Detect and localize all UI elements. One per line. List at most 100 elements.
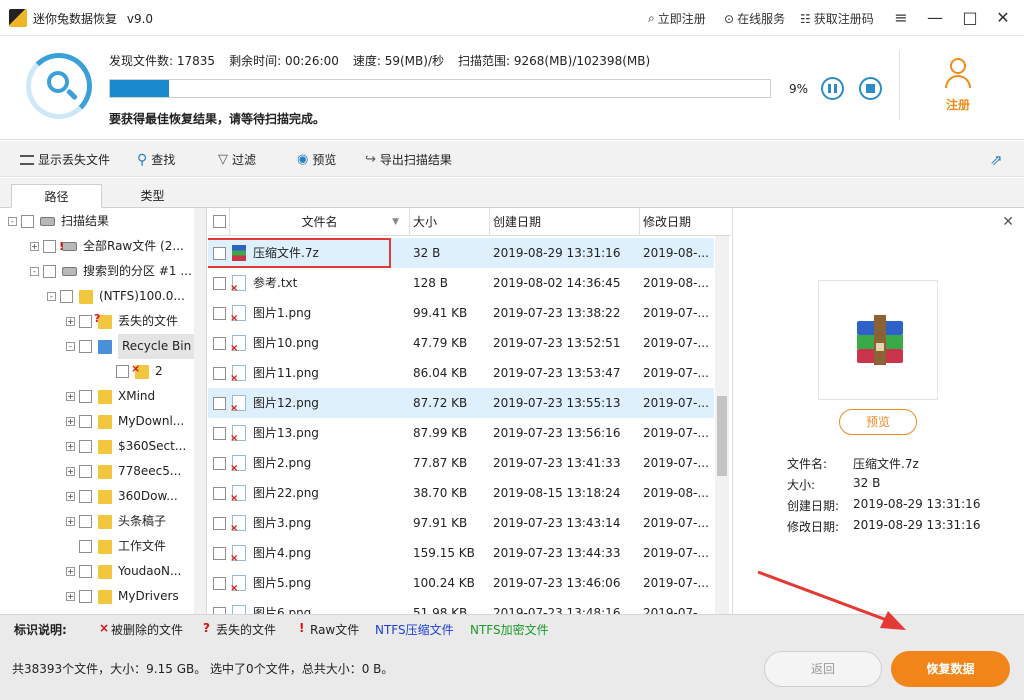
row-checkbox[interactable] [213,397,226,410]
table-row[interactable]: × 图片22.png 38.70 KB 2019-08-15 13:18:24 2019… [208,478,714,508]
tree-checkbox[interactable] [43,265,56,278]
tree-checkbox[interactable] [79,590,92,603]
tree-item[interactable]: +? 丢失的文件 [66,309,178,334]
preview-action-button[interactable]: 预览 [839,409,917,435]
online-service-link[interactable]: ⊙ 在线服务 [724,10,785,27]
column-name-header[interactable]: 文件名 ▼ [230,208,410,236]
tab-path[interactable]: 路径 [11,184,102,208]
tree-scrollbar[interactable] [194,208,206,614]
tree-checkbox[interactable] [79,415,92,428]
get-code-link[interactable]: ☷ 获取注册码 [800,10,874,27]
export-scan-button[interactable]: ↪ 导出扫描结果 [365,151,452,168]
expand-icon[interactable]: + [66,417,75,426]
table-row[interactable]: × 图片1.png 99.41 KB 2019-07-23 13:38:22 2019-… [208,298,714,328]
tree-item[interactable]: + 头条稿子 [66,509,166,534]
row-checkbox[interactable] [213,577,226,590]
preview-close-button[interactable]: ✕ [1002,214,1014,230]
tree-item[interactable]: +360Dow... [66,484,178,509]
tree-checkbox[interactable] [21,215,34,228]
column-size-header[interactable]: 大小 [410,208,490,236]
table-row[interactable]: × 图片13.png 87.99 KB 2019-07-23 13:56:16 2019… [208,418,714,448]
tree-checkbox[interactable] [79,440,92,453]
register-button[interactable]: 注册 [930,56,986,120]
expand-icon[interactable]: + [66,492,75,501]
tree-checkbox[interactable] [79,540,92,553]
row-checkbox[interactable] [213,367,226,380]
table-scrollbar[interactable] [715,236,729,614]
column-created-header[interactable]: 创建日期 [490,208,640,236]
tree-item[interactable]: - 搜索到的分区 #1 ... [30,259,192,284]
tree-checkbox[interactable] [79,565,92,578]
close-button[interactable]: ✕ [990,6,1016,30]
collapse-icon[interactable]: - [30,267,39,276]
tree-checkbox[interactable] [79,515,92,528]
select-all-checkbox[interactable] [213,215,226,228]
show-lost-files-button[interactable]: 显示丢失文件 [20,151,110,168]
tree-item[interactable]: - Recycle Bin [66,334,196,359]
row-checkbox[interactable] [213,517,226,530]
filter-button[interactable]: ▽ 过滤 [218,151,256,168]
table-row[interactable]: × 图片6.png 51.98 KB 2019-07-23 13:48:16 2019-… [208,598,714,614]
table-row[interactable]: × 图片3.png 97.91 KB 2019-07-23 13:43:14 2019-… [208,508,714,538]
expand-icon[interactable]: + [66,467,75,476]
row-checkbox[interactable] [213,547,226,560]
tree-item[interactable]: + MyDownl... [66,409,184,434]
tree-item[interactable]: × 2 [103,359,163,384]
menu-button[interactable]: ≡ [888,6,914,30]
table-row[interactable]: × 图片4.png 159.15 KB 2019-07-23 13:44:33 2019… [208,538,714,568]
tree-item[interactable]: - 扫描结果 [8,209,109,234]
row-checkbox[interactable] [213,307,226,320]
row-checkbox[interactable] [213,337,226,350]
stop-button[interactable] [859,77,882,100]
tree-checkbox[interactable] [79,390,92,403]
table-row[interactable]: × 图片2.png 77.87 KB 2019-07-23 13:41:33 2019-… [208,448,714,478]
collapse-icon[interactable]: - [66,342,75,351]
tree-item[interactable]: + XMind [66,384,155,409]
tree-checkbox[interactable] [79,490,92,503]
tab-type[interactable]: 类型 [107,184,198,208]
collapse-icon[interactable]: - [47,292,56,301]
tree-checkbox[interactable] [116,365,129,378]
table-row[interactable]: × 图片12.png 87.72 KB 2019-07-23 13:55:13 2019… [208,388,714,418]
register-link[interactable]: ⌕ 立即注册 [648,10,706,27]
expand-icon[interactable]: + [66,567,75,576]
expand-icon[interactable]: + [66,392,75,401]
row-checkbox[interactable] [213,277,226,290]
share-button[interactable]: ⇗ [990,151,1003,169]
expand-icon[interactable]: + [66,517,75,526]
tree-checkbox[interactable] [79,465,92,478]
tree-item[interactable]: +! 全部Raw文件 (2... [30,234,184,259]
recover-data-button[interactable]: 恢复数据 [891,651,1010,687]
table-row[interactable]: × 图片10.png 47.79 KB 2019-07-23 13:52:51 2019… [208,328,714,358]
tree-checkbox[interactable] [79,315,92,328]
back-button[interactable]: 返回 [764,651,882,687]
tree-checkbox[interactable] [60,290,73,303]
table-row[interactable]: × 参考.txt 128 B 2019-08-02 14:36:45 2019-08-.… [208,268,714,298]
row-checkbox[interactable] [213,457,226,470]
tree-item[interactable]: 工作文件 [66,534,166,559]
expand-icon[interactable]: + [30,242,39,251]
tree-item[interactable]: - (NTFS)100.0... [47,284,185,309]
expand-icon[interactable]: + [66,317,75,326]
find-button[interactable]: ⚲ 查找 [137,151,175,168]
tree-item[interactable]: + YoudaoN... [66,559,181,584]
tree-checkbox[interactable] [43,240,56,253]
row-checkbox[interactable] [213,427,226,440]
row-checkbox[interactable] [213,607,226,614]
table-scrollbar-thumb[interactable] [717,396,727,476]
tree-item[interactable]: +778eec5... [66,459,181,484]
table-row[interactable]: × 图片5.png 100.24 KB 2019-07-23 13:46:06 2019… [208,568,714,598]
table-row[interactable]: × 图片11.png 86.04 KB 2019-07-23 13:53:47 2019… [208,358,714,388]
preview-button[interactable]: ◉ 预览 [297,151,336,168]
expand-icon[interactable]: + [66,592,75,601]
pause-button[interactable] [821,77,844,100]
expand-icon[interactable]: + [66,442,75,451]
collapse-icon[interactable]: - [8,217,17,226]
row-checkbox[interactable] [213,487,226,500]
tree-item[interactable]: + MyDrivers [66,584,179,609]
minimize-button[interactable]: — [922,6,948,30]
tree-item[interactable]: + $360Sect... [66,434,186,459]
column-modified-header[interactable]: 修改日期 [640,208,715,236]
maximize-button[interactable]: □ [957,6,983,30]
tree-checkbox[interactable] [79,340,92,353]
